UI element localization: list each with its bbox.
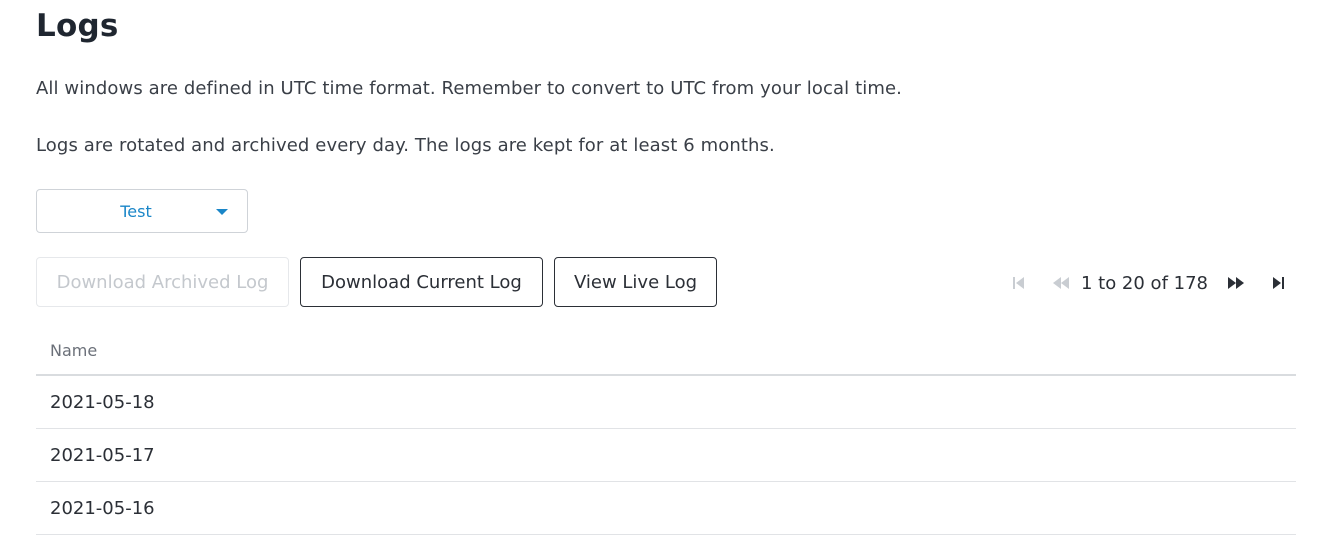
table-row[interactable]: 2021-05-16 xyxy=(36,482,1296,535)
download-archived-log-button[interactable]: Download Archived Log xyxy=(36,257,289,307)
table-row[interactable]: 2021-05-18 xyxy=(36,376,1296,429)
table-row[interactable]: 2021-05-17 xyxy=(36,429,1296,482)
last-page-icon[interactable] xyxy=(1268,273,1288,293)
pagination: 1 to 20 of 178 xyxy=(1009,268,1288,298)
caret-down-icon xyxy=(216,209,228,215)
environment-select[interactable]: Test xyxy=(36,189,248,233)
column-header-name[interactable]: Name xyxy=(50,341,97,360)
download-current-log-button[interactable]: Download Current Log xyxy=(300,257,543,307)
log-name-cell: 2021-05-17 xyxy=(50,444,155,466)
page-title: Logs xyxy=(36,8,119,44)
table-header: Name xyxy=(36,327,1296,376)
previous-page-icon[interactable] xyxy=(1051,273,1071,293)
environment-select-value: Test xyxy=(120,201,152,221)
log-name-cell: 2021-05-18 xyxy=(50,391,155,413)
first-page-icon[interactable] xyxy=(1009,273,1029,293)
logs-table: Name 2021-05-18 2021-05-17 2021-05-16 xyxy=(36,327,1296,535)
pagination-summary: 1 to 20 of 178 xyxy=(1080,272,1208,294)
next-page-icon[interactable] xyxy=(1226,273,1246,293)
retention-notice: Logs are rotated and archived every day.… xyxy=(36,135,775,156)
utc-notice: All windows are defined in UTC time form… xyxy=(36,78,902,99)
log-name-cell: 2021-05-16 xyxy=(50,497,155,519)
view-live-log-button[interactable]: View Live Log xyxy=(554,257,717,307)
logs-page: Logs All windows are defined in UTC time… xyxy=(0,0,1326,547)
